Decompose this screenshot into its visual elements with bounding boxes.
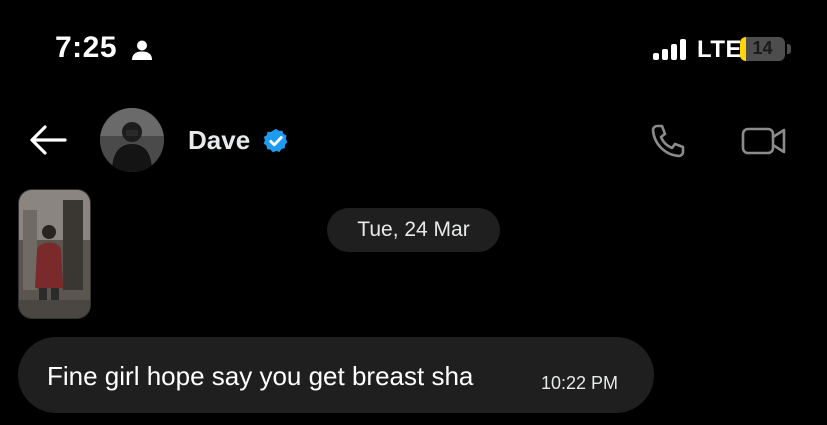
- back-arrow-icon[interactable]: [28, 123, 68, 157]
- avatar-image: [100, 108, 164, 172]
- verified-badge-icon: [263, 128, 288, 153]
- battery-level: 14: [752, 38, 773, 58]
- phone-icon[interactable]: [648, 121, 688, 161]
- signal-strength-icon: [653, 38, 691, 60]
- battery-icon: 14: [740, 37, 785, 61]
- video-camera-icon[interactable]: [741, 124, 787, 158]
- message-bubble[interactable]: Fine girl hope say you get breast sha 10…: [18, 337, 654, 413]
- message-text: Fine girl hope say you get breast sha: [47, 361, 474, 391]
- battery-tip: [787, 44, 791, 54]
- network-type: LTE: [697, 36, 743, 63]
- date-separator: Tue, 24 Mar: [327, 208, 500, 252]
- person-icon: [132, 40, 152, 60]
- avatar[interactable]: [100, 108, 164, 172]
- shared-photo-thumbnail[interactable]: [18, 189, 91, 319]
- status-time: 7:25: [55, 31, 118, 64]
- contact-name[interactable]: Dave: [188, 125, 250, 156]
- message-timestamp: 10:22 PM: [541, 373, 619, 393]
- photo-image: [19, 190, 90, 318]
